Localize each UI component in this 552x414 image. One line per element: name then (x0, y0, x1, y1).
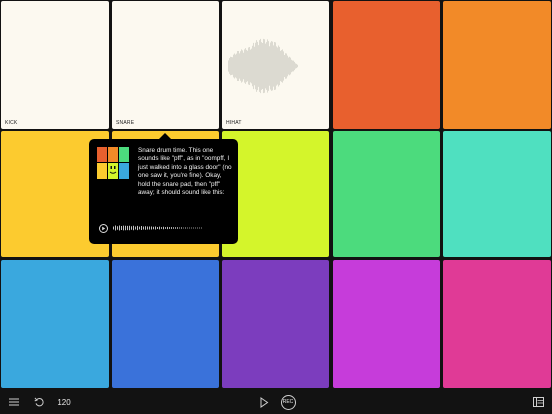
pad-8[interactable] (222, 131, 329, 257)
tempo-value[interactable]: 120 (55, 390, 73, 414)
pad-4[interactable] (333, 1, 440, 129)
pad-5[interactable] (443, 1, 551, 129)
pad-11[interactable] (1, 260, 109, 388)
pad-hihat[interactable]: HIHAT (222, 1, 329, 129)
play-circle-icon[interactable] (99, 223, 108, 233)
record-button[interactable]: REC (279, 390, 297, 414)
pad-12[interactable] (112, 260, 219, 388)
rec-label: REC (280, 394, 296, 410)
mini-waveform-icon (113, 225, 202, 231)
pad-10[interactable] (443, 131, 551, 257)
pad-grid: KICK SNARE HIHAT (0, 0, 552, 390)
pad-snare[interactable]: SNARE (112, 1, 219, 129)
waveform-icon (228, 38, 298, 94)
hamburger-icon[interactable] (6, 390, 22, 414)
tutorial-popup: Snare drum time. This one sounds like "p… (89, 133, 238, 244)
play-icon[interactable] (256, 390, 272, 414)
pad-mascot-icon (97, 147, 129, 179)
pad-kick[interactable]: KICK (1, 1, 109, 129)
pad-14[interactable] (333, 260, 440, 388)
pad-15[interactable] (443, 260, 551, 388)
tutorial-text: Snare drum time. This one sounds like "p… (138, 147, 232, 197)
pad-9[interactable] (333, 131, 440, 257)
bottom-toolbar: 120 REC (0, 390, 552, 414)
list-panel-icon[interactable] (530, 390, 546, 414)
undo-icon[interactable] (31, 390, 47, 414)
audio-preview (99, 223, 219, 233)
pad-label: SNARE (116, 120, 135, 126)
popup-arrow (159, 133, 171, 139)
pad-13[interactable] (222, 260, 329, 388)
pad-label: HIHAT (226, 120, 242, 126)
pad-label: KICK (5, 120, 18, 126)
